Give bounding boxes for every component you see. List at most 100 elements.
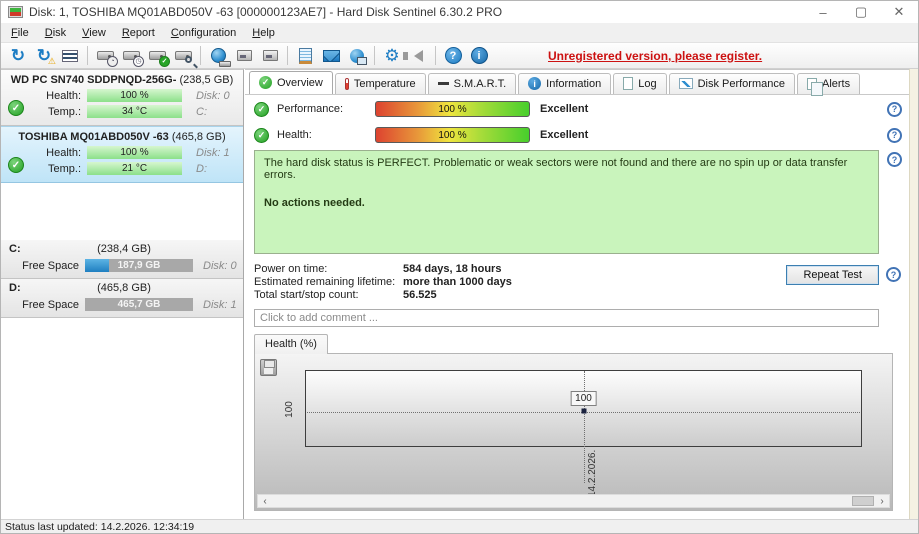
partition-item-c[interactable]: C: (238,4 GB) Free Space 187,9 GB Disk: … <box>1 240 243 279</box>
help-icon[interactable]: ? <box>887 101 902 117</box>
email-icon[interactable] <box>318 44 344 67</box>
menu-report[interactable]: Report <box>114 25 163 41</box>
toolbar-separator <box>200 46 201 65</box>
disk-title: WD PC SN740 SDDPNQD-256G- (238,5 GB) <box>5 74 239 86</box>
register-link[interactable]: Unregistered version, please register. <box>548 49 762 63</box>
menu-view[interactable]: View <box>74 25 114 41</box>
partition-drive: C: <box>9 243 21 255</box>
health-chart: 100 100 14.2.2026. ‹ › <box>254 353 893 511</box>
help-icon[interactable]: ? <box>887 127 902 143</box>
minimize-button[interactable]: – <box>804 1 842 23</box>
disk-size: (238,5 GB) <box>179 74 234 86</box>
partition-size: (465,8 GB) <box>97 282 151 294</box>
temp-label: Temp.: <box>47 105 81 118</box>
chart-tab-health[interactable]: Health (%) <box>254 334 328 354</box>
disk-item-1-selected[interactable]: TOSHIBA MQ01ABD050V -63 (465,8 GB) ✓ Hea… <box>1 126 243 183</box>
disk-number: Disk: 0 <box>196 89 230 102</box>
plot-area-wrap: 100 14.2.2026. <box>305 370 862 497</box>
smart-icon <box>437 82 449 85</box>
disk-item-0[interactable]: WD PC SN740 SDDPNQD-256G- (238,5 GB) ✓ H… <box>1 70 243 126</box>
performance-row: ✓ Performance: 100 % Excellent ? <box>245 97 909 121</box>
maximize-button[interactable]: ▢ <box>842 1 880 23</box>
log-icon[interactable] <box>292 44 318 67</box>
tab-label: Overview <box>277 76 323 89</box>
disk-name: WD PC SN740 SDDPNQD-256G- <box>10 74 177 86</box>
disk-name: TOSHIBA MQ01ABD050V -63 <box>18 131 169 143</box>
repeat-test-button[interactable]: Repeat Test <box>786 265 879 285</box>
menu-file[interactable]: File <box>3 25 37 41</box>
tab-disk-performance[interactable]: Disk Performance <box>668 73 795 94</box>
network-disk-icon[interactable] <box>205 44 231 67</box>
disk-title: TOSHIBA MQ01ABD050V -63 (465,8 GB) <box>5 131 239 143</box>
help-icon[interactable]: ? <box>887 152 902 167</box>
free-space-label: Free Space <box>22 298 79 311</box>
free-space-bar: 465,7 GB <box>85 298 193 311</box>
partition-item-d[interactable]: D: (465,8 GB) Free Space 465,7 GB Disk: … <box>1 279 243 318</box>
status-bar: Status last updated: 14.2.2026. 12:34:19 <box>1 519 918 533</box>
temp-value: 34 °C <box>121 106 148 117</box>
health-bar: 100 % <box>375 127 530 143</box>
sound-icon[interactable] <box>402 44 431 67</box>
disk-sidebar: WD PC SN740 SDDPNQD-256G- (238,5 GB) ✓ H… <box>1 69 244 519</box>
partition-size: (238,4 GB) <box>97 243 151 255</box>
menu-configuration[interactable]: Configuration <box>163 25 244 41</box>
chart-scrollbar[interactable]: ‹ › <box>257 494 890 508</box>
x-axis-tick: 14.2.2026. <box>586 449 598 497</box>
disk-ok-icon: ✓ <box>8 100 24 116</box>
comment-input[interactable] <box>254 309 879 327</box>
free-space-value: 187,9 GB <box>117 260 161 271</box>
status-action: No actions needed. <box>264 197 365 209</box>
stat-label: Total start/stop count: <box>254 289 359 301</box>
tab-information[interactable]: i Information <box>518 73 612 94</box>
page-icon <box>623 77 634 90</box>
disk-check-icon[interactable]: ✓ <box>144 44 170 67</box>
toolbar-separator <box>435 46 436 65</box>
tab-log[interactable]: Log <box>613 73 667 94</box>
stat-value: 584 days, 18 hours <box>403 263 502 275</box>
tab-label: S.M.A.R.T. <box>453 77 507 90</box>
disk-status-box: The hard disk status is PERFECT. Problem… <box>254 150 879 254</box>
stat-label: Power on time: <box>254 263 328 275</box>
overview-check-icon: ✓ <box>259 76 272 89</box>
temp-bar: 34 °C <box>87 105 182 118</box>
free-space-bar: 187,9 GB <box>85 259 193 272</box>
info-circle-icon: i <box>528 77 542 90</box>
tab-overview[interactable]: ✓ Overview <box>249 71 333 94</box>
health-row: ✓ Health: 100 % Excellent ? <box>245 123 909 147</box>
info-icon[interactable]: i <box>466 44 492 67</box>
save-chart-icon[interactable] <box>260 359 277 376</box>
usb-disk-icon[interactable] <box>257 44 283 67</box>
refresh-icon[interactable]: ↻ <box>5 44 31 67</box>
report-icon[interactable] <box>57 44 83 67</box>
refresh-warning-icon[interactable]: ↻ ⚠ <box>31 44 57 67</box>
tab-smart[interactable]: S.M.A.R.T. <box>427 73 517 94</box>
close-button[interactable]: ✕ <box>880 1 918 23</box>
stat-value: 56.525 <box>403 289 437 301</box>
settings-gear-icon[interactable]: ⚙ <box>379 44 405 67</box>
disk-ok-icon: ✓ <box>8 157 24 173</box>
health-label: Health: <box>277 129 312 141</box>
tab-alerts[interactable]: Alerts <box>796 73 861 96</box>
scroll-right-arrow[interactable]: › <box>875 495 889 507</box>
health-value: 100 % <box>438 129 467 141</box>
performance-label: Performance: <box>277 103 344 115</box>
drive-letter: C: <box>196 105 207 118</box>
disk-gauge-icon[interactable]: ◔ <box>92 44 118 67</box>
menu-disk[interactable]: Disk <box>37 25 74 41</box>
health-label: Health: <box>46 89 81 102</box>
removable-disk-icon[interactable] <box>231 44 257 67</box>
disk-list-empty-area <box>1 183 243 240</box>
disk-clock-icon[interactable]: ◷ <box>118 44 144 67</box>
scroll-thumb[interactable] <box>852 496 874 506</box>
help-icon[interactable]: ? <box>440 44 466 67</box>
help-icon[interactable]: ? <box>886 267 901 282</box>
disk-size: (465,8 GB) <box>171 131 226 143</box>
disk-search-icon[interactable] <box>170 44 196 67</box>
menu-help[interactable]: Help <box>244 25 283 41</box>
toolbar: ↻ ↻ ⚠ ◔ ◷ ✓ ⚙ ? i Unregistered version, p… <box>1 43 918 69</box>
performance-rating: Excellent <box>540 103 589 115</box>
pages-icon <box>806 77 823 96</box>
tab-temperature[interactable]: Temperature <box>334 73 426 94</box>
scroll-left-arrow[interactable]: ‹ <box>258 495 272 507</box>
network-icon[interactable] <box>344 44 370 67</box>
